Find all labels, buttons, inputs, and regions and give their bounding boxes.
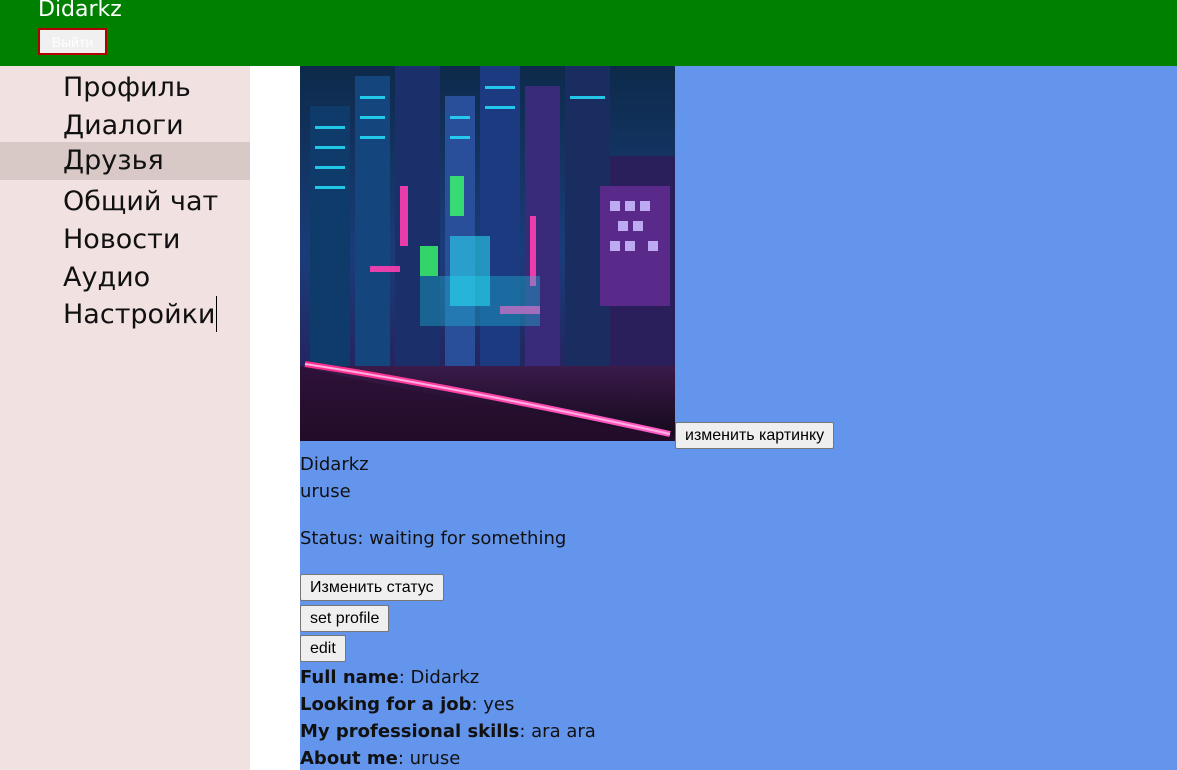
field-label: My professional skills [300, 721, 520, 742]
change-picture-button[interactable]: изменить картинку [675, 422, 835, 449]
sidebar-item-audio[interactable]: Аудио [0, 259, 250, 297]
field-value: yes [483, 694, 515, 715]
sidebar-item-label: Аудио [63, 262, 151, 293]
profile-field-looking-for-job: Looking for a job: yes [300, 694, 515, 715]
field-value: Didarkz [410, 667, 480, 688]
sidebar-item-settings[interactable]: Настройки [0, 296, 250, 334]
sidebar-item-dialogs[interactable]: Диалоги [0, 107, 250, 145]
profile-field-about-me: About me: uruse [300, 748, 461, 769]
field-label: About me [300, 748, 398, 769]
sidebar-item-friends[interactable]: Друзья [0, 142, 250, 180]
profile-field-full-name: Full name: Didarkz [300, 667, 480, 688]
profile-name: Didarkz [300, 454, 369, 475]
profile-avatar-image [300, 66, 675, 441]
text-cursor [216, 296, 218, 332]
sidebar-item-label: Профиль [63, 72, 191, 103]
sidebar-nav: Профиль Диалоги Друзья Общий чат Новости… [0, 66, 250, 770]
field-value: uruse [409, 748, 461, 769]
profile-status: Status: waiting for something [300, 525, 566, 552]
set-profile-button[interactable]: set profile [300, 605, 390, 632]
logout-button[interactable]: Выйти [38, 28, 107, 55]
sidebar-item-label: Новости [63, 224, 181, 255]
status-text: waiting for something [369, 528, 567, 549]
sidebar-item-label: Диалоги [63, 110, 184, 141]
field-value: ara ara [531, 721, 596, 742]
field-label: Full name [300, 667, 399, 688]
app-header: Didarkz Выйти [0, 0, 1177, 66]
sidebar-item-profile[interactable]: Профиль [0, 69, 250, 107]
sidebar-item-news[interactable]: Новости [0, 221, 250, 259]
status-prefix: Status: [300, 528, 370, 549]
sidebar-item-label: Общий чат [63, 186, 219, 217]
header-user-name: Didarkz [38, 0, 122, 22]
sidebar-item-label: Настройки [63, 299, 216, 330]
profile-field-skills: My professional skills: ara ara [300, 721, 596, 742]
field-label: Looking for a job [300, 694, 472, 715]
sidebar-item-label: Друзья [63, 145, 164, 176]
profile-content: изменить картинку Didarkz uruse Status: … [300, 66, 1177, 770]
edit-button[interactable]: edit [300, 635, 346, 662]
sidebar-item-general-chat[interactable]: Общий чат [0, 183, 250, 221]
change-status-button[interactable]: Изменить статус [300, 574, 444, 601]
profile-subtitle: uruse [300, 481, 351, 502]
